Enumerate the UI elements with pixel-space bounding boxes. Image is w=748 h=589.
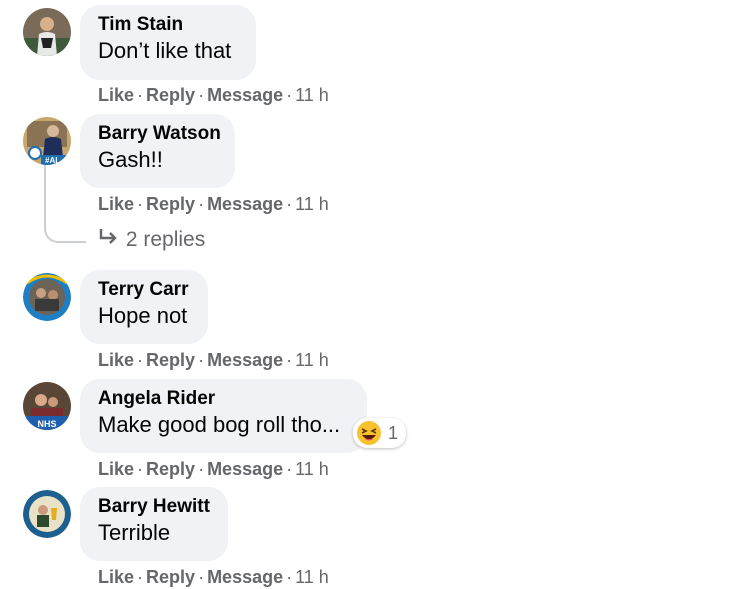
reply-link[interactable]: Reply bbox=[146, 567, 195, 587]
laughing-emoji-icon bbox=[356, 420, 382, 446]
comment-text: Terrible bbox=[98, 520, 171, 545]
like-link[interactable]: Like bbox=[98, 85, 134, 105]
comment-actions: Like · Reply · Message · 11 h bbox=[98, 350, 329, 370]
view-replies-link[interactable]: 2 replies bbox=[98, 228, 205, 252]
like-link[interactable]: Like bbox=[98, 350, 134, 370]
message-link[interactable]: Message bbox=[207, 567, 283, 587]
comment-author[interactable]: Tim Stain bbox=[98, 13, 238, 37]
thread-connector-line bbox=[44, 165, 86, 243]
reaction-summary[interactable]: 1 bbox=[353, 418, 407, 448]
like-link[interactable]: Like bbox=[98, 567, 134, 587]
like-link[interactable]: Like bbox=[98, 459, 134, 479]
like-link[interactable]: Like bbox=[98, 194, 134, 214]
timestamp[interactable]: 11 h bbox=[295, 567, 329, 587]
comment-author[interactable]: Barry Watson bbox=[98, 122, 221, 146]
comment-text: Don’t like that bbox=[98, 38, 232, 63]
comment-bubble: Angela Rider Make good bog roll tho... bbox=[80, 379, 367, 453]
avatar-badge: #AL bbox=[45, 156, 60, 165]
message-link[interactable]: Message bbox=[207, 459, 283, 479]
timestamp[interactable]: 11 h bbox=[295, 350, 329, 370]
reply-link[interactable]: Reply bbox=[146, 350, 195, 370]
timestamp[interactable]: 11 h bbox=[295, 85, 329, 105]
reply-link[interactable]: Reply bbox=[146, 459, 195, 479]
comment-author[interactable]: Terry Carr bbox=[98, 278, 190, 302]
message-link[interactable]: Message bbox=[207, 194, 283, 214]
comment-text: Hope not bbox=[98, 303, 188, 328]
replies-count: 2 replies bbox=[125, 228, 206, 251]
comment-author[interactable]: Barry Hewitt bbox=[98, 495, 210, 519]
reply-arrow-icon bbox=[98, 228, 120, 252]
message-link[interactable]: Message bbox=[207, 85, 283, 105]
comment-bubble: Terry Carr Hope not bbox=[80, 270, 208, 344]
avatar[interactable]: NHS bbox=[23, 382, 71, 430]
avatar-badge: NHS bbox=[37, 419, 56, 429]
comment-bubble: Barry Hewitt Terrible bbox=[80, 487, 228, 561]
comment-actions: Like · Reply · Message · 11 h bbox=[98, 567, 329, 587]
reply-link[interactable]: Reply bbox=[146, 194, 195, 214]
avatar[interactable] bbox=[23, 490, 71, 538]
message-link[interactable]: Message bbox=[207, 350, 283, 370]
reaction-count: 1 bbox=[388, 422, 399, 443]
comment-actions: Like · Reply · Message · 11 h bbox=[98, 459, 329, 479]
timestamp[interactable]: 11 h bbox=[295, 194, 329, 214]
avatar[interactable] bbox=[23, 273, 71, 321]
comment-text: Make good bog roll tho... bbox=[98, 412, 341, 437]
comment-actions: Like · Reply · Message · 11 h bbox=[98, 85, 329, 105]
comment-actions: Like · Reply · Message · 11 h bbox=[98, 194, 329, 214]
reply-link[interactable]: Reply bbox=[146, 85, 195, 105]
timestamp[interactable]: 11 h bbox=[295, 459, 329, 479]
comment-bubble: Barry Watson Gash!! bbox=[80, 114, 235, 188]
avatar[interactable] bbox=[23, 8, 71, 56]
comment-bubble: Tim Stain Don’t like that bbox=[80, 5, 256, 80]
avatar[interactable]: #AL bbox=[23, 117, 71, 165]
comment-author[interactable]: Angela Rider bbox=[98, 387, 349, 411]
comment-text: Gash!! bbox=[98, 147, 163, 172]
